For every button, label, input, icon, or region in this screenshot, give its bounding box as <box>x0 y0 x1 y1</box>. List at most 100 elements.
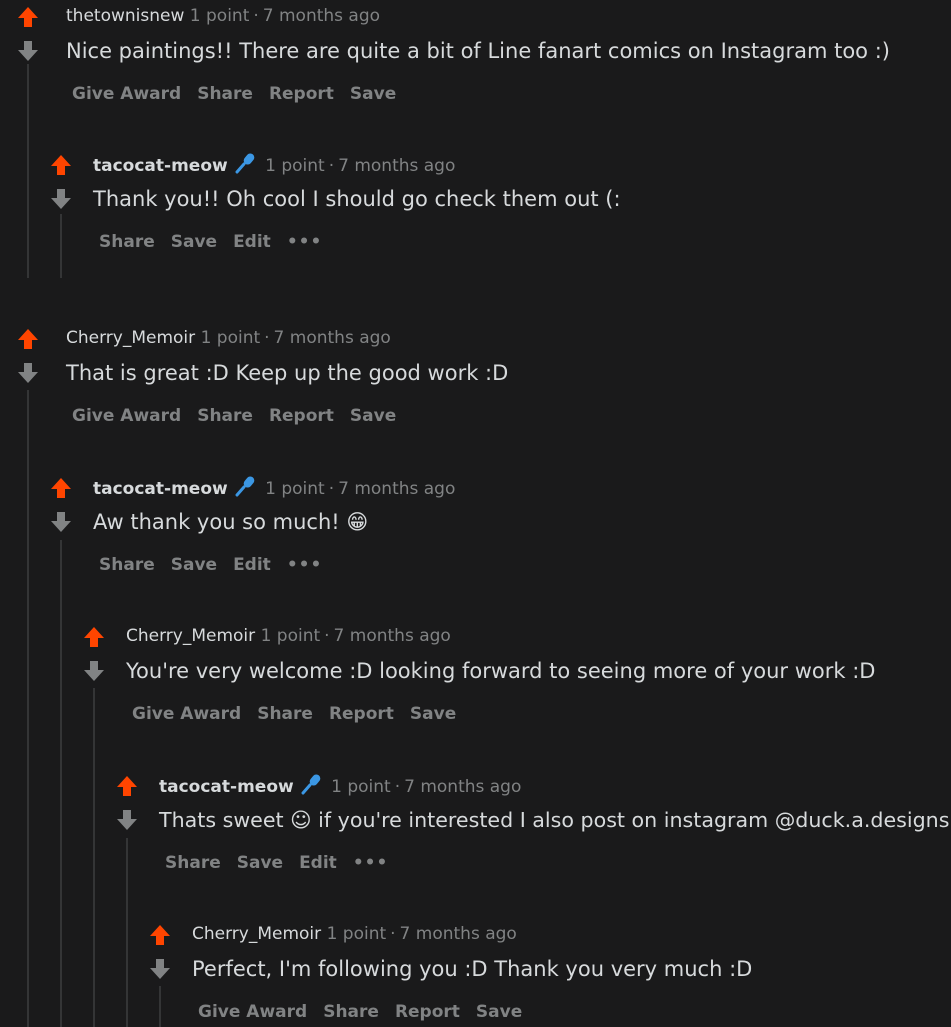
comment-body: Aw thank you so much! 😁 <box>93 510 369 534</box>
author-name[interactable]: Cherry_Memoir <box>66 328 195 348</box>
separator: · <box>253 6 259 26</box>
edit-button[interactable]: Edit <box>299 853 337 873</box>
more-options-button[interactable]: ••• <box>353 853 389 873</box>
timestamp[interactable]: 7 months ago <box>263 6 380 26</box>
edit-button[interactable]: Edit <box>233 555 271 575</box>
share-button[interactable]: Share <box>99 555 155 575</box>
timestamp[interactable]: 7 months ago <box>334 626 451 646</box>
comment-body: That is great :D Keep up the good work :… <box>66 361 509 385</box>
more-options-button[interactable]: ••• <box>287 555 323 575</box>
microphone-icon <box>234 152 256 181</box>
downvote-icon[interactable] <box>49 188 73 210</box>
comment-header: tacocat-meow 1 point · 7 months ago <box>159 773 521 802</box>
report-button[interactable]: Report <box>269 84 334 104</box>
upvote-icon[interactable] <box>82 626 106 648</box>
author-name[interactable]: thetownisnew <box>66 6 184 26</box>
comment-body: Perfect, I'm following you :D Thank you … <box>192 957 753 981</box>
comment-actions: Share Save Edit ••• <box>99 555 338 575</box>
comment-body: Thats sweet ☺ if you're interested I als… <box>159 808 950 832</box>
thread-line <box>27 390 29 1027</box>
author-name[interactable]: tacocat-meow <box>93 156 228 176</box>
timestamp[interactable]: 7 months ago <box>338 156 455 176</box>
save-button[interactable]: Save <box>410 704 456 724</box>
share-button[interactable]: Share <box>197 84 253 104</box>
comment-header: Cherry_Memoir 1 point · 7 months ago <box>126 624 451 648</box>
more-options-button[interactable]: ••• <box>287 232 323 252</box>
save-button[interactable]: Save <box>350 84 396 104</box>
timestamp[interactable]: 7 months ago <box>404 777 521 797</box>
comment-actions: Share Save Edit ••• <box>99 232 338 252</box>
downvote-icon[interactable] <box>16 40 40 62</box>
upvote-icon[interactable] <box>148 924 172 946</box>
comment-header: Cherry_Memoir 1 point · 7 months ago <box>192 922 517 946</box>
downvote-icon[interactable] <box>115 809 139 831</box>
share-button[interactable]: Share <box>165 853 221 873</box>
comment-actions: Give Award Share Report Save <box>132 704 472 724</box>
comment-header: tacocat-meow 1 point · 7 months ago <box>93 475 455 504</box>
thread-line <box>60 214 62 278</box>
thread-line <box>126 838 128 1027</box>
comment-body: Nice paintings!! There are quite a bit o… <box>66 39 890 63</box>
separator: · <box>324 626 330 646</box>
separator: · <box>390 924 396 944</box>
downvote-icon[interactable] <box>148 958 172 980</box>
downvote-icon[interactable] <box>16 362 40 384</box>
upvote-icon[interactable] <box>115 775 139 797</box>
report-button[interactable]: Report <box>395 1002 460 1022</box>
save-button[interactable]: Save <box>476 1002 522 1022</box>
save-button[interactable]: Save <box>350 406 396 426</box>
share-button[interactable]: Share <box>197 406 253 426</box>
comment-header: Cherry_Memoir 1 point · 7 months ago <box>66 326 391 350</box>
comment-actions: Share Save Edit ••• <box>165 853 404 873</box>
author-name[interactable]: tacocat-meow <box>159 777 294 797</box>
points: 1 point <box>331 777 391 797</box>
save-button[interactable]: Save <box>171 555 217 575</box>
timestamp[interactable]: 7 months ago <box>400 924 517 944</box>
give-award-button[interactable]: Give Award <box>72 406 181 426</box>
author-name[interactable]: tacocat-meow <box>93 479 228 499</box>
microphone-icon <box>300 773 322 802</box>
share-button[interactable]: Share <box>99 232 155 252</box>
thread-line <box>159 986 161 1027</box>
thread-line <box>93 688 95 1027</box>
points: 1 point <box>265 156 325 176</box>
separator: · <box>328 479 335 499</box>
share-button[interactable]: Share <box>323 1002 379 1022</box>
points: 1 point <box>260 626 321 646</box>
comment-header: tacocat-meow 1 point · 7 months ago <box>93 152 455 181</box>
upvote-icon[interactable] <box>16 328 40 350</box>
comment-header: thetownisnew 1 point · 7 months ago <box>66 4 380 28</box>
edit-button[interactable]: Edit <box>233 232 271 252</box>
points: 1 point <box>189 6 250 26</box>
microphone-icon <box>234 475 256 504</box>
comment-body: You're very welcome :D looking forward t… <box>126 659 876 683</box>
separator: · <box>328 156 335 176</box>
give-award-button[interactable]: Give Award <box>198 1002 307 1022</box>
author-name[interactable]: Cherry_Memoir <box>192 924 321 944</box>
thread-line <box>60 540 62 1027</box>
comment-body: Thank you!! Oh cool I should go check th… <box>93 187 621 211</box>
timestamp[interactable]: 7 months ago <box>338 479 455 499</box>
comment-actions: Give Award Share Report Save <box>72 84 412 104</box>
points: 1 point <box>326 924 387 944</box>
give-award-button[interactable]: Give Award <box>132 704 241 724</box>
report-button[interactable]: Report <box>269 406 334 426</box>
timestamp[interactable]: 7 months ago <box>274 328 391 348</box>
author-name[interactable]: Cherry_Memoir <box>126 626 255 646</box>
points: 1 point <box>200 328 261 348</box>
save-button[interactable]: Save <box>171 232 217 252</box>
points: 1 point <box>265 479 325 499</box>
separator: · <box>264 328 270 348</box>
downvote-icon[interactable] <box>49 511 73 533</box>
comment-actions: Give Award Share Report Save <box>72 406 412 426</box>
give-award-button[interactable]: Give Award <box>72 84 181 104</box>
thread-line <box>27 64 29 278</box>
report-button[interactable]: Report <box>329 704 394 724</box>
upvote-icon[interactable] <box>49 477 73 499</box>
share-button[interactable]: Share <box>257 704 313 724</box>
save-button[interactable]: Save <box>237 853 283 873</box>
upvote-icon[interactable] <box>16 6 40 28</box>
upvote-icon[interactable] <box>49 154 73 176</box>
downvote-icon[interactable] <box>82 660 106 682</box>
separator: · <box>394 777 401 797</box>
